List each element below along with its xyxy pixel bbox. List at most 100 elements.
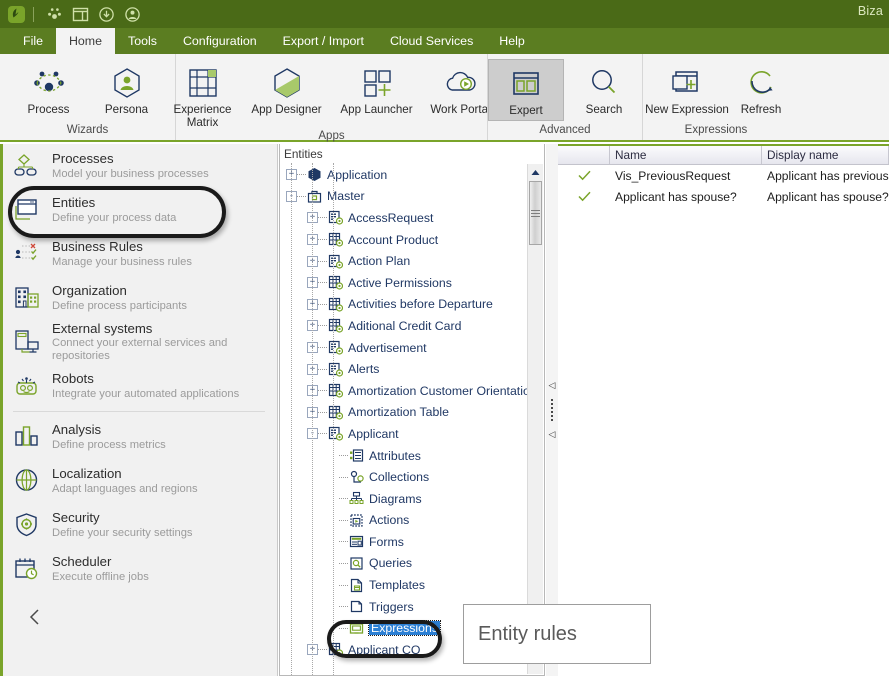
sidebar-item-processes-title: Processes [52,150,114,166]
ribbon-button-expert[interactable]: Expert [488,59,564,121]
tree-connector [339,476,348,478]
entity-master-icon [327,209,344,226]
tree-node-alerts[interactable]: + Alerts [280,358,544,380]
processes-flow-icon [13,151,43,181]
sidebar-item-robots-desc: Integrate your automated applications [52,387,240,400]
tree-connector [318,411,327,413]
ribbon-button-refresh[interactable]: Refresh [733,59,789,121]
ribbon-group-wizards: Process Persona Wizards [0,54,175,140]
title-bar: Biza [0,0,889,28]
tree-node-attributes[interactable]: Attributes [280,445,544,467]
tree-node-master[interactable]: - Master [280,186,544,208]
persona-hexagon-icon [109,64,145,102]
tree-node-label: Diagrams [369,491,422,506]
tree-scrollbar-thumb[interactable] [529,181,542,245]
ribbon-button-experience-matrix[interactable]: Experience Matrix [165,59,241,129]
sidebar-item-external-systems[interactable]: External systems Connect your external s… [3,320,277,364]
tree-node-account-product[interactable]: + Account Product [280,229,544,251]
ribbon-button-app-launcher[interactable]: App Launcher [333,59,421,121]
tree-node-active-permissions[interactable]: + Active Permissions [280,272,544,294]
menu-item-tools[interactable]: Tools [115,28,170,54]
tree-connector [318,368,327,370]
sidebar-item-localization[interactable]: Localization Adapt languages and regions [3,459,277,503]
tree-node-advertisement[interactable]: + Advertisement [280,337,544,359]
process-wizard-icon[interactable] [41,3,67,25]
row-check-icon[interactable] [558,191,610,202]
ribbon-button-process[interactable]: Process [11,59,87,121]
grid-header-check[interactable] [558,146,610,164]
tree-node-queries[interactable]: Queries [280,553,544,575]
tree-node-templates[interactable]: Templates [280,574,544,596]
tree-connector [339,498,348,500]
grid-header-name[interactable]: Name [610,146,762,164]
tree-node-applicant[interactable]: - Applicant [280,423,544,445]
entity-parametric-icon [327,317,344,334]
sidebar-item-analysis[interactable]: Analysis Define process metrics [3,415,277,459]
sidebar-item-security[interactable]: Security Define your security settings [3,503,277,547]
menu-item-help[interactable]: Help [486,28,537,54]
sidebar-item-processes[interactable]: Processes Model your business processes [3,144,277,188]
tree-node-label: Aditional Credit Card [348,318,462,333]
sidebar-item-entities[interactable]: Entities Define your process data [3,188,277,232]
tree-node-amortization-customer-orientation[interactable]: + Amortization Customer Orientation [280,380,544,402]
table-row[interactable]: Vis_PreviousRequest Applicant has previo… [558,165,889,186]
tree-node-collections[interactable]: Collections [280,466,544,488]
entity-parametric-icon [327,641,344,658]
menu-item-cloud-services[interactable]: Cloud Services [377,28,486,54]
entity-parametric-icon [327,231,344,248]
tree-node-forms[interactable]: Forms [280,531,544,553]
menu-item-configuration[interactable]: Configuration [170,28,270,54]
experience-matrix-icon [186,64,220,102]
templates-icon [348,577,365,594]
tree-node-application[interactable]: + Application [280,164,544,186]
window-layout-icon[interactable] [67,3,93,25]
ribbon-group-expressions: New Expression Refresh Expressions [642,54,789,140]
sidebar-item-business-rules[interactable]: Business Rules Manage your business rule… [3,232,277,276]
tree-node-label: Templates [369,578,426,593]
sidebar-collapse-button[interactable] [23,605,47,629]
app-designer-hexagon-icon [269,64,305,102]
ribbon-button-app-designer[interactable]: App Designer [243,59,331,121]
scroll-up-arrow-icon[interactable] [528,164,543,180]
sidebar-item-organization[interactable]: Organization Define process participants [3,276,277,320]
tree-node-actions[interactable]: Actions [280,510,544,532]
tree-vertical-scrollbar[interactable] [527,164,543,674]
tree-node-action-plan[interactable]: + Action Plan [280,250,544,272]
tree-connector [297,195,306,197]
organization-buildings-icon [13,283,43,313]
collapse-left-arrow-icon-2[interactable]: ◁ [549,430,556,439]
panel-splitter[interactable]: ◁ ◁ [546,144,558,676]
sidebar-item-entities-desc: Define your process data [52,211,177,224]
ribbon-button-persona[interactable]: Persona [89,59,165,121]
scheduler-calendar-clock-icon [13,554,43,584]
entities-tree[interactable]: + Application - Master + AccessRequest + Accoun… [280,163,544,675]
menu-item-home[interactable]: Home [55,28,116,54]
table-row[interactable]: Applicant has spouse? Applicant has spou… [558,186,889,207]
ribbon-group-advanced-label: Advanced [539,124,591,136]
search-magnifier-icon [586,64,622,102]
download-circle-icon[interactable] [93,3,119,25]
tree-node-label: Applicant CO [348,642,421,657]
sidebar-item-scheduler-desc: Execute offline jobs [52,570,149,583]
tree-node-amortization-table[interactable]: + Amortization Table [280,402,544,424]
ribbon-button-new-expression[interactable]: New Expression [643,59,731,121]
tree-node-label: Alerts [348,362,380,377]
ribbon-button-search[interactable]: Search [566,59,642,121]
collapse-left-arrow-icon[interactable]: ◁ [549,381,556,390]
ribbon-button-experience-matrix-label: Experience Matrix [173,103,232,129]
person-circle-icon[interactable] [119,3,145,25]
tree-guide-line [312,163,313,675]
tree-node-diagrams[interactable]: Diagrams [280,488,544,510]
grid-header-display-name[interactable]: Display name [762,146,889,164]
tree-node-activities-before-departure[interactable]: + Activities before Departure [280,294,544,316]
tree-node-label: AccessRequest [348,210,434,225]
tree-node-aditional-credit-card[interactable]: + Aditional Credit Card [280,315,544,337]
sidebar-item-robots-title: Robots [52,370,94,386]
tree-node-accessrequest[interactable]: + AccessRequest [280,207,544,229]
tree-connector [339,455,348,457]
sidebar-item-robots[interactable]: Robots Integrate your automated applicat… [3,364,277,408]
menu-item-export-import[interactable]: Export / Import [270,28,377,54]
row-check-icon[interactable] [558,170,610,181]
menu-item-file[interactable]: File [10,28,56,54]
sidebar-item-scheduler[interactable]: Scheduler Execute offline jobs [3,547,277,591]
